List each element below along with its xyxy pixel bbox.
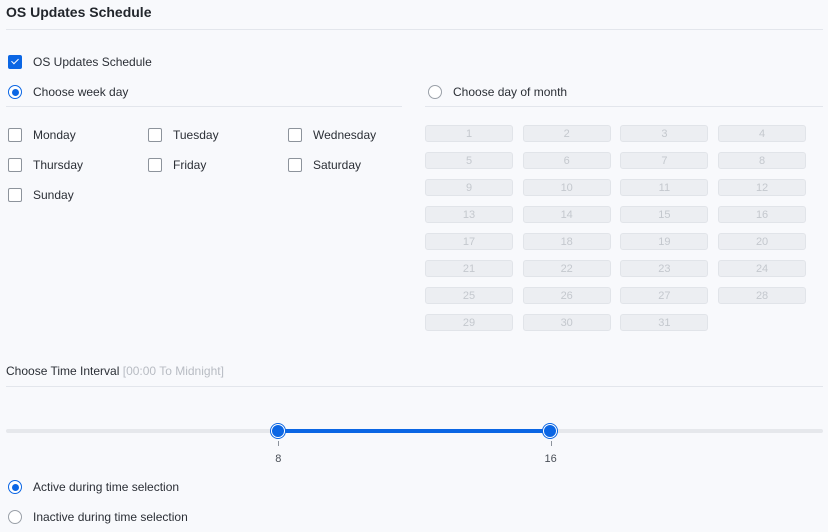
time-slider-start-handle[interactable] — [270, 424, 285, 438]
month-day-button[interactable]: 7 — [620, 152, 709, 169]
month-day-button[interactable]: 16 — [718, 206, 807, 223]
month-day-button[interactable]: 27 — [620, 287, 709, 304]
month-day-button[interactable]: 28 — [718, 287, 807, 304]
month-day-button[interactable]: 3 — [620, 125, 709, 142]
month-day-button[interactable]: 21 — [425, 260, 513, 277]
end-tick-mark — [550, 441, 552, 446]
time-slider-end-handle[interactable] — [543, 424, 558, 438]
inactive-during-selection-radio[interactable] — [8, 510, 22, 524]
inactive-during-selection-label: Inactive during time selection — [33, 510, 188, 524]
monday-label: Monday — [33, 128, 76, 142]
friday-label: Friday — [173, 158, 207, 172]
wednesday-checkbox[interactable] — [288, 128, 302, 142]
active-during-selection-radio[interactable] — [8, 480, 22, 494]
thursday-checkbox[interactable] — [8, 158, 22, 172]
month-day-button[interactable]: 18 — [522, 233, 611, 250]
month-day-button[interactable]: 24 — [718, 260, 807, 277]
active-during-selection-label: Active during time selection — [33, 480, 180, 494]
wednesday-label: Wednesday — [313, 128, 377, 142]
month-day-button[interactable]: 17 — [425, 233, 513, 250]
month-day-button[interactable]: 26 — [522, 287, 611, 304]
month-day-button[interactable]: 6 — [522, 152, 611, 169]
os-updates-schedule-checkbox[interactable] — [8, 55, 22, 69]
monday-checkbox[interactable] — [8, 128, 22, 142]
start-tick-mark — [278, 441, 280, 446]
saturday-label: Saturday — [313, 158, 362, 172]
month-day-button[interactable]: 25 — [425, 287, 513, 304]
time-slider-range — [278, 429, 551, 433]
thursday-label: Thursday — [33, 158, 84, 172]
week-day-radio-label: Choose week day — [33, 85, 129, 99]
month-day-button[interactable]: 5 — [425, 152, 513, 169]
month-day-button[interactable]: 20 — [718, 233, 807, 250]
week-day-radio[interactable] — [8, 85, 22, 99]
time-interval-hint: [00:00 To Midnight] — [122, 364, 224, 378]
month-day-button[interactable]: 14 — [522, 206, 611, 223]
month-day-button[interactable]: 19 — [620, 233, 709, 250]
section-title: OS Updates Schedule — [6, 4, 152, 20]
month-day-button[interactable]: 2 — [522, 125, 611, 142]
sunday-checkbox[interactable] — [8, 188, 22, 202]
time-interval-heading: Choose Time Interval [00:00 To Midnight] — [6, 364, 224, 378]
time-interval-label: Choose Time Interval — [6, 364, 120, 378]
month-day-button[interactable]: 15 — [620, 206, 709, 223]
end-tick-label: 16 — [544, 453, 557, 465]
month-day-button[interactable]: 13 — [425, 206, 513, 223]
month-day-button[interactable]: 10 — [522, 179, 611, 196]
month-day-button[interactable]: 23 — [620, 260, 709, 277]
tuesday-label: Tuesday — [173, 128, 219, 142]
month-day-button[interactable]: 31 — [620, 314, 709, 331]
month-day-button[interactable]: 30 — [522, 314, 611, 331]
tuesday-checkbox[interactable] — [148, 128, 162, 142]
month-day-button[interactable]: 11 — [620, 179, 709, 196]
friday-checkbox[interactable] — [148, 158, 162, 172]
month-day-button[interactable]: 22 — [522, 260, 611, 277]
month-divider — [425, 106, 823, 107]
month-day-button[interactable]: 12 — [718, 179, 807, 196]
saturday-checkbox[interactable] — [288, 158, 302, 172]
week-divider — [6, 106, 402, 107]
month-day-button[interactable]: 4 — [718, 125, 807, 142]
month-day-grid: 1 2 3 4 5 6 7 8 9 10 11 12 13 14 15 16 1… — [425, 125, 807, 331]
day-of-month-radio-label: Choose day of month — [453, 85, 568, 99]
sunday-label: Sunday — [33, 188, 74, 202]
title-divider — [6, 29, 823, 30]
day-of-month-radio[interactable] — [428, 85, 442, 99]
month-day-button[interactable]: 8 — [718, 152, 807, 169]
month-day-button[interactable]: 1 — [425, 125, 513, 142]
os-updates-schedule-label: OS Updates Schedule — [33, 55, 152, 69]
time-divider — [6, 386, 823, 387]
month-day-button[interactable]: 29 — [425, 314, 513, 331]
month-day-button[interactable]: 9 — [425, 179, 513, 196]
start-tick-label: 8 — [275, 453, 282, 465]
